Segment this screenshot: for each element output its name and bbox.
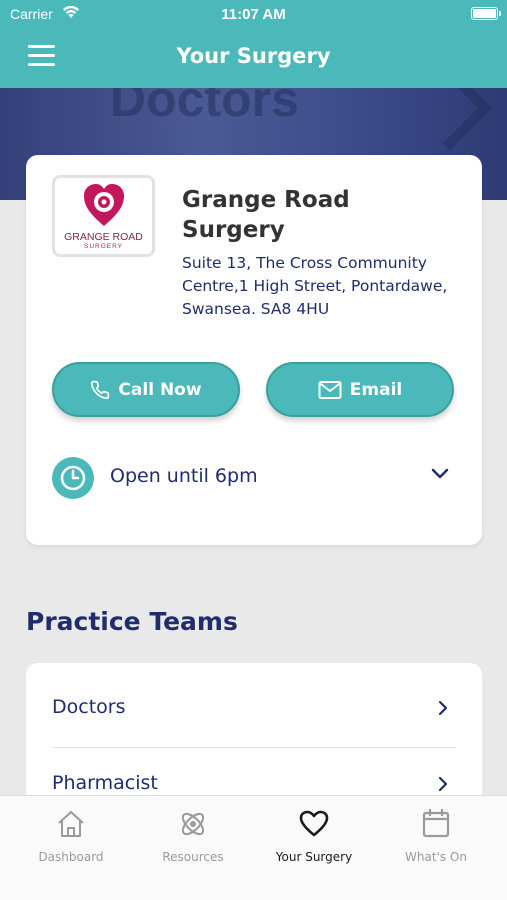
chevron-down-icon[interactable] — [430, 467, 450, 481]
tab-resources[interactable]: Resources — [138, 808, 248, 868]
logo-text: GRANGE ROAD — [64, 231, 143, 243]
home-icon — [58, 811, 84, 837]
surgery-card: GRANGE ROAD SURGERY Grange Road Surgery … — [26, 155, 482, 545]
list-item-label: Doctors — [52, 696, 126, 718]
top-bar: Carrier 11:07 AM Your Surgery — [0, 0, 507, 88]
tab-your-surgery[interactable]: Your Surgery — [259, 808, 369, 868]
phone-icon — [91, 380, 110, 399]
page-title: Your Surgery — [176, 44, 331, 68]
logo-heart-icon — [84, 184, 124, 226]
tab-bar: Dashboard Resources Your Surgery What's … — [0, 795, 507, 900]
call-now-label: Call Now — [118, 379, 202, 400]
email-label: Email — [349, 379, 403, 400]
mail-icon — [318, 380, 342, 399]
practice-teams-heading: Practice Teams — [26, 607, 238, 636]
tab-label: What's On — [405, 850, 467, 864]
chevron-right-icon — [438, 776, 448, 792]
list-item-label: Pharmacist — [52, 772, 158, 794]
tab-dashboard[interactable]: Dashboard — [16, 808, 126, 868]
calendar-icon — [422, 808, 450, 838]
surgery-address: Suite 13, The Cross Community Centre,1 H… — [182, 254, 448, 318]
status-bar: Carrier 11:07 AM — [0, 0, 507, 28]
list-item-doctors[interactable]: Doctors — [52, 689, 456, 729]
practice-teams-list: Doctors Pharmacist — [26, 663, 482, 803]
clock-icon — [52, 457, 94, 499]
chevron-right-icon — [438, 700, 448, 716]
sign-arrow — [407, 88, 493, 151]
opening-hours-text: Open until 6pm — [110, 465, 258, 487]
email-button[interactable]: Email — [266, 362, 454, 417]
tab-whats-on[interactable]: What's On — [381, 808, 491, 868]
tab-label: Resources — [162, 850, 224, 864]
atom-icon — [181, 812, 205, 836]
tab-label: Dashboard — [38, 850, 104, 864]
surgery-logo: GRANGE ROAD SURGERY — [52, 175, 155, 257]
tab-label: Your Surgery — [275, 850, 353, 864]
hero-sign-text: Doctors — [110, 88, 299, 127]
surgery-name: Grange Road Surgery — [182, 187, 350, 243]
status-time: 11:07 AM — [221, 6, 286, 23]
heart-icon — [299, 810, 329, 837]
call-now-button[interactable]: Call Now — [52, 362, 240, 417]
logo-subtext: SURGERY — [83, 243, 124, 250]
battery-icon — [471, 7, 501, 20]
list-divider — [52, 747, 456, 748]
